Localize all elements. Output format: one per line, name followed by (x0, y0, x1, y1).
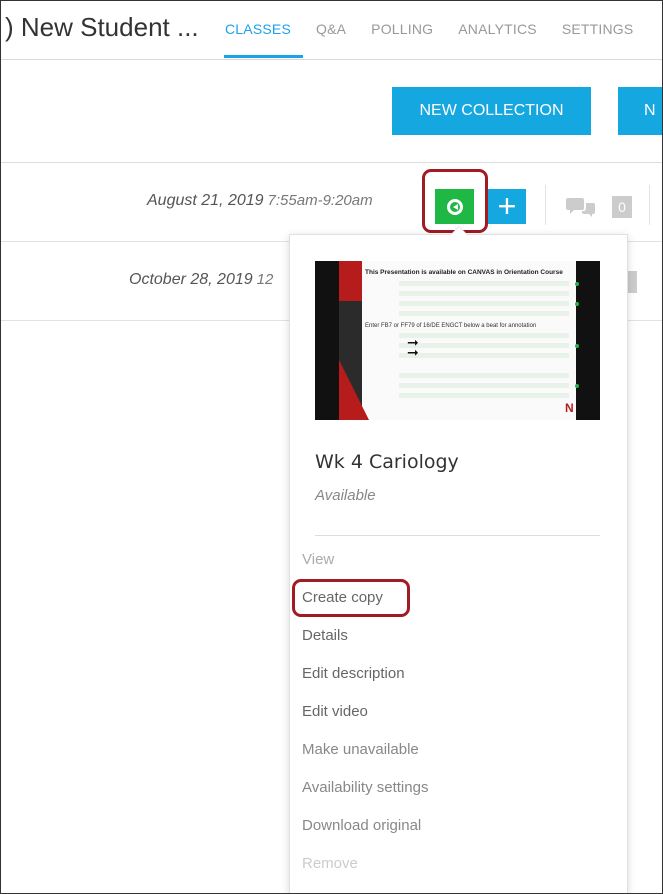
slide-row (399, 291, 569, 296)
play-button-highlight (422, 169, 488, 233)
new-collection-button[interactable]: NEW COLLECTION (392, 87, 591, 135)
divider (545, 185, 546, 225)
menu-item-remove[interactable]: Remove (302, 851, 428, 889)
class-date: August 21, 2019 7:55am-9:20am (147, 192, 373, 210)
menu-item-edit-description[interactable]: Edit description (302, 661, 428, 699)
slide-sidebar (339, 261, 369, 420)
video-thumbnail[interactable]: This Presentation is available on CANVAS… (315, 261, 600, 420)
logo-icon: N (565, 401, 574, 415)
comment-count-badge: 0 (612, 196, 632, 218)
slide-row (399, 353, 569, 358)
tab-polling[interactable]: POLLING (371, 1, 433, 59)
toolbar: NEW COLLECTION N (1, 60, 662, 163)
class-time: 7:55am-9:20am (267, 192, 373, 209)
menu-item-edit-video[interactable]: Edit video (302, 699, 428, 737)
class-time: 12 (256, 271, 274, 288)
slide-text: Enter FB7 or FF79 of 16/DE ENGCT below a… (365, 323, 537, 329)
new-item-button[interactable]: N (618, 87, 662, 135)
arrow-icon: ➞ (407, 344, 419, 360)
slide-row (399, 333, 569, 338)
slide-row (399, 301, 569, 306)
slide-row (399, 343, 569, 348)
slide-title: This Presentation is available on CANVAS… (365, 269, 563, 276)
class-date-text: August 21, 2019 (147, 192, 264, 209)
nav-tabs: CLASSES Q&A POLLING ANALYTICS SETTINGS (224, 1, 658, 59)
create-copy-highlight (292, 579, 410, 617)
course-title[interactable]: ) New Student ... (5, 12, 199, 43)
menu-item-make-unavailable[interactable]: Make unavailable (302, 737, 428, 775)
menu-item-download-original[interactable]: Download original (302, 813, 428, 851)
slide-row (399, 383, 569, 388)
status-dot (575, 384, 579, 388)
divider (649, 185, 650, 225)
comments-icon[interactable] (566, 196, 596, 218)
class-date-text: October 28, 2019 (129, 271, 253, 288)
class-row: August 21, 2019 7:55am-9:20am + 0 (1, 163, 662, 242)
status-dot (575, 302, 579, 306)
status-dot (575, 282, 579, 286)
status-dot (575, 344, 579, 348)
video-status: Available (315, 487, 376, 504)
add-button[interactable]: + (488, 189, 526, 224)
menu-item-details[interactable]: Details (302, 623, 428, 661)
header: ) New Student ... CLASSES Q&A POLLING AN… (1, 1, 662, 60)
tab-settings[interactable]: SETTINGS (562, 1, 634, 59)
plus-icon: + (497, 188, 517, 224)
slide-row (399, 373, 569, 378)
slide-row (399, 393, 569, 398)
class-date: October 28, 2019 12 (129, 271, 273, 289)
menu-item-availability-settings[interactable]: Availability settings (302, 775, 428, 813)
video-title: Wk 4 Cariology (315, 451, 459, 473)
slide-row (399, 311, 569, 316)
slide-preview: This Presentation is available on CANVAS… (339, 261, 579, 420)
tab-classes[interactable]: CLASSES (224, 1, 303, 59)
tab-analytics[interactable]: ANALYTICS (458, 1, 537, 59)
slide-row (399, 281, 569, 286)
menu-divider (315, 535, 600, 536)
tab-qa[interactable]: Q&A (316, 1, 346, 59)
video-actions-dropdown: This Presentation is available on CANVAS… (289, 226, 628, 893)
app-window: ) New Student ... CLASSES Q&A POLLING AN… (0, 0, 663, 894)
